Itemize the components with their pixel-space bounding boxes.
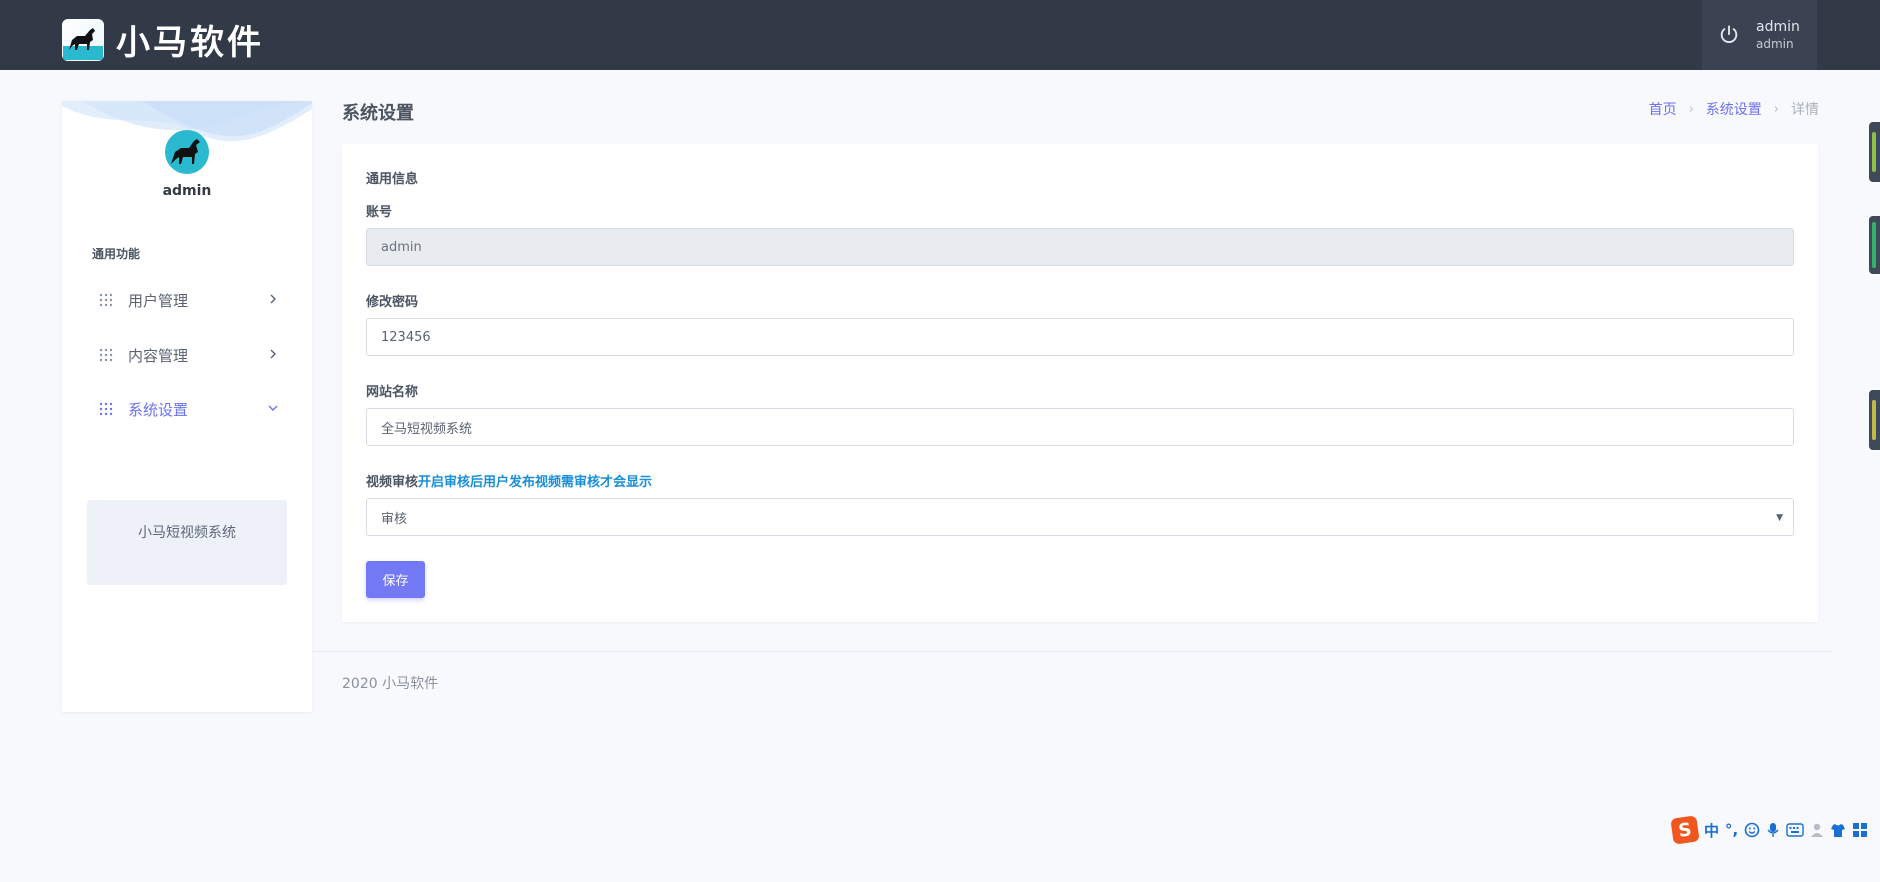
header-user-name: admin (1756, 18, 1800, 35)
grid-icon[interactable] (1852, 822, 1868, 838)
review-hint: 开启审核后用户发布视频需审核才会显示 (418, 475, 653, 490)
sidebar-item-users[interactable]: 用户管理 (62, 280, 312, 320)
password-value: 123456 (381, 329, 431, 345)
breadcrumb-separator-icon: › (1688, 101, 1694, 117)
edge-widget-level-icon[interactable] (1869, 390, 1880, 450)
breadcrumb-settings[interactable]: 系统设置 (1706, 99, 1762, 119)
sidebar-item-settings[interactable]: 系统设置 (62, 389, 312, 429)
chevron-right-icon (270, 349, 276, 359)
review-label-row: 视频审核开启审核后用户发布视频需审核才会显示 (366, 471, 652, 490)
password-field[interactable]: 123456 (366, 318, 1794, 356)
form-section-title: 通用信息 (366, 172, 419, 187)
ime-toolbar: S 中 °, (1670, 815, 1880, 845)
edge-widget-meter-icon[interactable] (1869, 122, 1880, 182)
chevron-down-icon (268, 405, 278, 411)
footer-divider (312, 651, 1832, 652)
sidebar-card-text: 小马短视频系统 (138, 525, 236, 541)
sidebar: admin 通用功能 用户管理 内容管理 系统设置 小马短视频系统 (62, 101, 312, 712)
settings-form-card: 通用信息 账号 admin 修改密码 123456 网站名称 全马短视频系统 视… (342, 144, 1818, 622)
header-user-role: admin (1756, 36, 1794, 51)
ime-punctuation-toggle[interactable]: °, (1725, 821, 1738, 839)
app-title: 小马软件 (116, 23, 264, 63)
keyboard-icon[interactable] (1786, 823, 1804, 837)
dropdown-arrow-icon: ▼ (1776, 513, 1783, 523)
sidebar-item-content[interactable]: 内容管理 (62, 335, 312, 375)
user-menu[interactable]: admin admin (1702, 0, 1817, 70)
account-label: 账号 (366, 205, 393, 220)
user-info: admin admin (1756, 19, 1800, 52)
password-label: 修改密码 (366, 295, 419, 310)
breadcrumb-home[interactable]: 首页 (1649, 99, 1677, 119)
account-value: admin (381, 239, 422, 255)
page-title: 系统设置 (342, 103, 414, 124)
skin-icon[interactable] (1830, 822, 1846, 838)
avatar[interactable] (165, 130, 209, 174)
top-bar: 小马软件 admin admin (0, 0, 1880, 70)
sidebar-item-label: 系统设置 (128, 400, 189, 419)
sidebar-item-label: 用户管理 (128, 291, 189, 310)
emoji-icon[interactable] (1744, 822, 1760, 838)
sidebar-user-name: admin (162, 183, 212, 199)
grid-icon (99, 348, 113, 362)
ime-logo-icon[interactable]: S (1670, 815, 1700, 845)
chevron-right-icon (270, 294, 276, 304)
edge-widget-battery-icon[interactable] (1869, 216, 1880, 274)
logo[interactable]: 小马软件 (62, 15, 264, 64)
site-name-value: 全马短视频系统 (381, 421, 473, 437)
site-name-label: 网站名称 (366, 385, 419, 400)
review-label: 视频审核 (366, 475, 419, 490)
sidebar-system-card: 小马短视频系统 (87, 500, 287, 585)
grid-icon (99, 402, 113, 416)
microphone-icon[interactable] (1766, 822, 1780, 838)
horse-logo-icon (62, 18, 104, 61)
site-name-field[interactable]: 全马短视频系统 (366, 408, 1794, 446)
ime-mode-toggle[interactable]: 中 (1704, 820, 1719, 841)
breadcrumb-separator-icon: › (1773, 101, 1779, 117)
breadcrumb-current: 详情 (1791, 102, 1819, 118)
sidebar-item-label: 内容管理 (128, 346, 189, 365)
review-select[interactable]: 审核 ▼ (366, 498, 1794, 536)
sidebar-section-title: 通用功能 (92, 247, 141, 261)
save-button[interactable]: 保存 (366, 561, 425, 598)
grid-icon (99, 293, 113, 307)
power-icon[interactable] (1718, 24, 1740, 46)
user-icon[interactable] (1810, 822, 1824, 838)
review-selected-value: 审核 (381, 511, 408, 527)
account-field: admin (366, 228, 1794, 266)
breadcrumb: 首页 › 系统设置 › 详情 (1649, 99, 1819, 119)
footer-copyright: 2020 小马软件 (342, 676, 439, 692)
